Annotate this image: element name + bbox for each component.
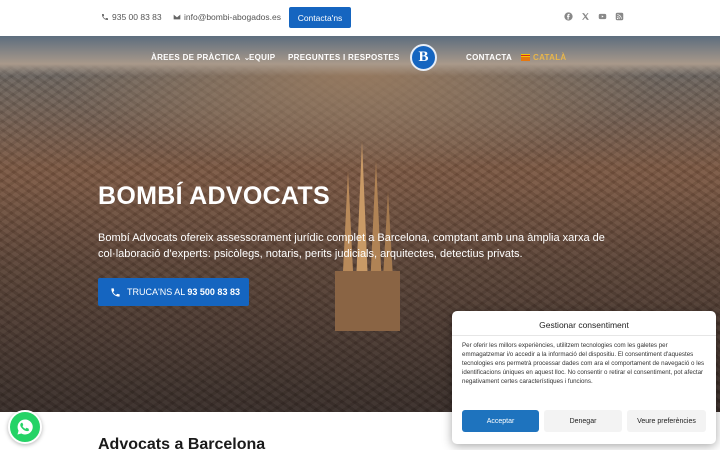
consent-text: Per oferir les millors experiències, uti… [462,342,705,385]
whatsapp-button[interactable] [8,410,42,444]
whatsapp-icon [17,419,33,435]
call-us-label: TRUCA'NS AL 93 500 83 83 [127,287,240,297]
email-link[interactable]: info@bombi-abogados.es [173,12,281,22]
nav-item-team[interactable]: EQUIP [249,53,275,62]
hero-title: BOMBÍ ADVOCATS [98,182,330,210]
call-us-prefix: TRUCA'NS AL [127,287,188,297]
social-links [564,12,624,21]
envelope-icon [173,14,181,20]
language-label: CATALÀ [533,53,567,62]
cookie-consent-dialog: Gestionar consentiment Per oferir les mi… [452,311,716,444]
main-nav: ÀREES DE PRÀCTICA ⌄ EQUIP PREGUNTES I RE… [0,53,720,67]
deny-button[interactable]: Denegar [544,410,622,432]
language-selector[interactable]: CATALÀ [521,53,567,62]
nav-item-faq[interactable]: PREGUNTES I RESPOSTES [288,53,400,62]
phone-icon [111,287,120,297]
site-logo[interactable]: B [410,44,437,71]
consent-title: Gestionar consentiment [539,320,629,330]
nav-item-contact[interactable]: CONTACTA [466,53,512,62]
phone-link[interactable]: 935 00 83 83 [101,12,162,22]
section-title: Advocats a Barcelona [98,436,266,450]
youtube-icon[interactable] [598,12,607,21]
call-us-button[interactable]: TRUCA'NS AL 93 500 83 83 [98,278,249,306]
x-icon[interactable] [581,12,590,21]
contact-us-button[interactable]: Contacta'ns [289,7,351,28]
nav-item-practice-areas[interactable]: ÀREES DE PRÀCTICA ⌄ [151,53,251,62]
email-text: info@bombi-abogados.es [184,12,281,22]
catalan-flag-icon [521,54,530,61]
consent-divider [452,335,716,336]
hero-description: Bombí Advocats ofereix assessorament jur… [98,232,605,260]
call-us-number: 93 500 83 83 [187,287,240,297]
nav-label-practice-areas: ÀREES DE PRÀCTICA [151,53,241,62]
phone-text: 935 00 83 83 [112,12,162,22]
facebook-icon[interactable] [564,12,573,21]
phone-icon [102,14,108,20]
rss-icon[interactable] [615,12,624,21]
preferences-button[interactable]: Veure preferències [627,410,706,432]
top-bar: 935 00 83 83 info@bombi-abogados.es Cont… [0,0,720,36]
accept-button[interactable]: Acceptar [462,410,539,432]
